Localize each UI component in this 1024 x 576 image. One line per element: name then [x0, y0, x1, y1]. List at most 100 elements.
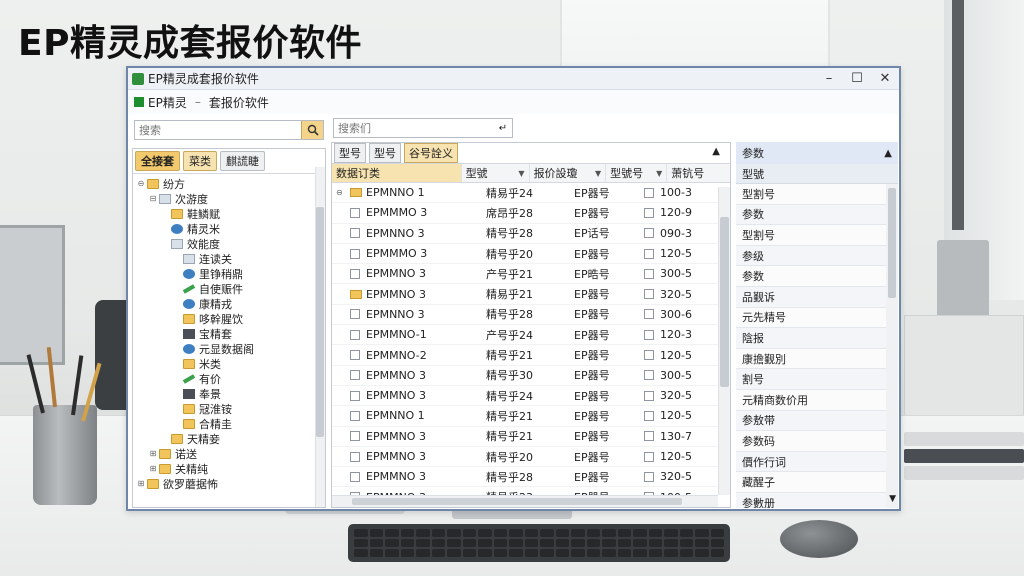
code-checkbox[interactable] — [644, 431, 654, 442]
grid-search-input[interactable] — [334, 119, 494, 137]
tree-node[interactable]: 元显数据阁 — [133, 341, 325, 356]
tab-definition[interactable]: 谷号詮义 — [404, 143, 458, 163]
row-checkbox[interactable] — [350, 431, 360, 442]
parameter-item[interactable]: 参数 — [736, 266, 886, 287]
column-header-number[interactable]: 型號号 ▼ — [606, 164, 668, 182]
maximize-button[interactable]: ☐ — [843, 71, 871, 86]
row-checkbox[interactable] — [350, 370, 360, 381]
menu-subtitle[interactable]: 套报价软件 — [209, 94, 269, 111]
tree-node[interactable]: 宝精套 — [133, 326, 325, 341]
row-checkbox[interactable] — [350, 248, 360, 259]
parameter-item[interactable]: 價作行词 — [736, 451, 886, 473]
tree-node[interactable]: 天精妾 — [133, 431, 325, 446]
tree-node[interactable]: ⊞ 欲罗蘑据怖 — [133, 476, 325, 491]
table-row[interactable]: EPMMNO 3 精号乎28 EP器号 320-5 — [332, 467, 730, 488]
code-checkbox[interactable] — [644, 350, 654, 361]
parameter-item[interactable]: 藏醒子 — [736, 472, 886, 493]
row-checkbox[interactable] — [350, 410, 360, 421]
close-button[interactable]: ✕ — [871, 71, 899, 86]
scroll-down-icon[interactable]: ▼ — [889, 494, 896, 504]
tree-node[interactable]: 康精戎 — [133, 296, 325, 311]
parameter-item[interactable]: 参数码 — [736, 431, 886, 452]
tree-expand-icon[interactable]: ⊞ — [135, 479, 147, 488]
code-checkbox[interactable] — [644, 451, 654, 462]
tab-model-2[interactable]: 型号 — [369, 143, 401, 163]
tree-node[interactable]: 哆幹腥饮 — [133, 311, 325, 326]
tree-node[interactable]: 冦淮铵 — [133, 401, 325, 416]
code-checkbox[interactable] — [644, 187, 654, 198]
row-checkbox[interactable] — [350, 309, 360, 320]
parameter-item[interactable]: 型割号 — [736, 225, 886, 246]
tree-node[interactable]: 米类 — [133, 356, 325, 371]
row-checkbox[interactable] — [350, 228, 360, 239]
code-checkbox[interactable] — [644, 390, 654, 401]
table-row[interactable]: EPMNNO 1 精号乎21 EP器号 120-5 — [332, 406, 730, 427]
tree-expand-icon[interactable]: ⊟ — [147, 194, 159, 203]
tree-scrollbar[interactable] — [315, 167, 325, 507]
row-checkbox[interactable] — [350, 207, 360, 218]
parameter-item[interactable]: 参数 — [736, 204, 886, 226]
code-checkbox[interactable] — [644, 228, 654, 239]
tab-category[interactable]: 菜类 — [183, 151, 217, 171]
parameter-item[interactable]: 陰报 — [736, 328, 886, 349]
tree-node[interactable]: 有价 — [133, 371, 325, 386]
tree-node[interactable]: 自使赈件 — [133, 281, 325, 296]
grid-search-enter-icon[interactable]: ↵ — [494, 119, 512, 137]
tree-node[interactable]: ⊞ 诺送 — [133, 446, 325, 461]
table-row[interactable]: EPMMNO 3 精号乎30 EP器号 300-5 — [332, 366, 730, 386]
code-checkbox[interactable] — [644, 248, 654, 259]
parameter-item[interactable]: 康擔觐別 — [736, 348, 886, 370]
tree-node[interactable]: 里铮稍鼎 — [133, 266, 325, 281]
table-row[interactable]: EPMMNO-1 产号乎24 EP器号 120-3 — [332, 325, 730, 346]
table-row[interactable]: EPMMNO 3 精号乎24 EP器号 320-5 — [332, 386, 730, 407]
row-checkbox[interactable] — [350, 350, 360, 361]
parameter-item[interactable]: 参數册 — [736, 492, 886, 508]
search-button[interactable] — [301, 121, 323, 139]
tree-node[interactable]: ⊞ 关精纯 — [133, 461, 325, 476]
parameter-item[interactable]: 割号 — [736, 369, 886, 390]
row-checkbox[interactable] — [350, 390, 360, 401]
menu-app-name[interactable]: EP精灵 — [148, 94, 187, 111]
tree-expand-icon[interactable]: ⊞ — [147, 449, 159, 458]
tab-all-sets[interactable]: 全接套 — [135, 151, 180, 171]
code-checkbox[interactable] — [644, 370, 654, 381]
parameter-item[interactable]: 型割号 — [736, 184, 886, 205]
parameter-item[interactable]: 元精商数价用 — [736, 389, 886, 411]
column-header-category[interactable]: 数据订类 — [332, 164, 462, 182]
table-row[interactable]: EPMMNO 3 产号乎21 EP晧号 300-5 — [332, 264, 730, 285]
collapse-up-icon[interactable]: ▲ — [712, 146, 720, 157]
code-checkbox[interactable] — [644, 207, 654, 218]
code-checkbox[interactable] — [644, 289, 654, 300]
tree-expand-icon[interactable]: ⊞ — [147, 464, 159, 473]
column-header-type[interactable]: 型號 ▼ — [462, 164, 530, 182]
parameter-item[interactable]: 参敖带 — [736, 410, 886, 432]
tree-node[interactable]: 奉景 — [133, 386, 325, 401]
table-row[interactable]: ⊖ EPMNNO 1 精易乎24 EP器号 100-3 — [332, 183, 730, 204]
row-checkbox[interactable] — [350, 268, 360, 279]
parameter-item[interactable]: 品觐诉 — [736, 286, 886, 308]
minimize-button[interactable]: – — [815, 71, 843, 86]
code-checkbox[interactable] — [644, 471, 654, 482]
column-header-quote[interactable]: 报价設瓊 ▼ — [530, 164, 607, 182]
code-checkbox[interactable] — [644, 329, 654, 340]
table-row[interactable]: EPMMNO-2 精号乎21 EP器号 120-5 — [332, 345, 730, 366]
code-checkbox[interactable] — [644, 268, 654, 279]
row-checkbox[interactable] — [350, 471, 360, 482]
grid-vertical-scrollbar[interactable] — [718, 187, 730, 495]
parameter-collapse-icon[interactable]: ▲ — [884, 148, 892, 159]
table-row[interactable]: EPMMNO 3 精号乎20 EP器号 120-5 — [332, 447, 730, 468]
row-checkbox[interactable] — [350, 329, 360, 340]
tree-search-input[interactable] — [135, 121, 301, 139]
tree-node[interactable]: 合精圭 — [133, 416, 325, 431]
tree-node[interactable]: ⊟ 次游度 — [133, 191, 325, 206]
tree-node[interactable]: 连读关 — [133, 251, 325, 266]
table-row[interactable]: EPMMMO 3 精号乎20 EP器号 120-5 — [332, 244, 730, 265]
tree-node[interactable]: 鞋鳞赋 — [133, 206, 325, 221]
code-checkbox[interactable] — [644, 309, 654, 320]
tab-other[interactable]: 麒謊睫 — [220, 151, 265, 171]
table-row[interactable]: EPMNNO 3 精号乎28 EP话号 090-3 — [332, 224, 730, 244]
row-checkbox[interactable] — [350, 451, 360, 462]
parameter-scrollbar[interactable]: ▼ — [886, 184, 898, 508]
tree-node[interactable]: 效能度 — [133, 236, 325, 251]
grid-horizontal-scrollbar[interactable] — [332, 495, 718, 507]
